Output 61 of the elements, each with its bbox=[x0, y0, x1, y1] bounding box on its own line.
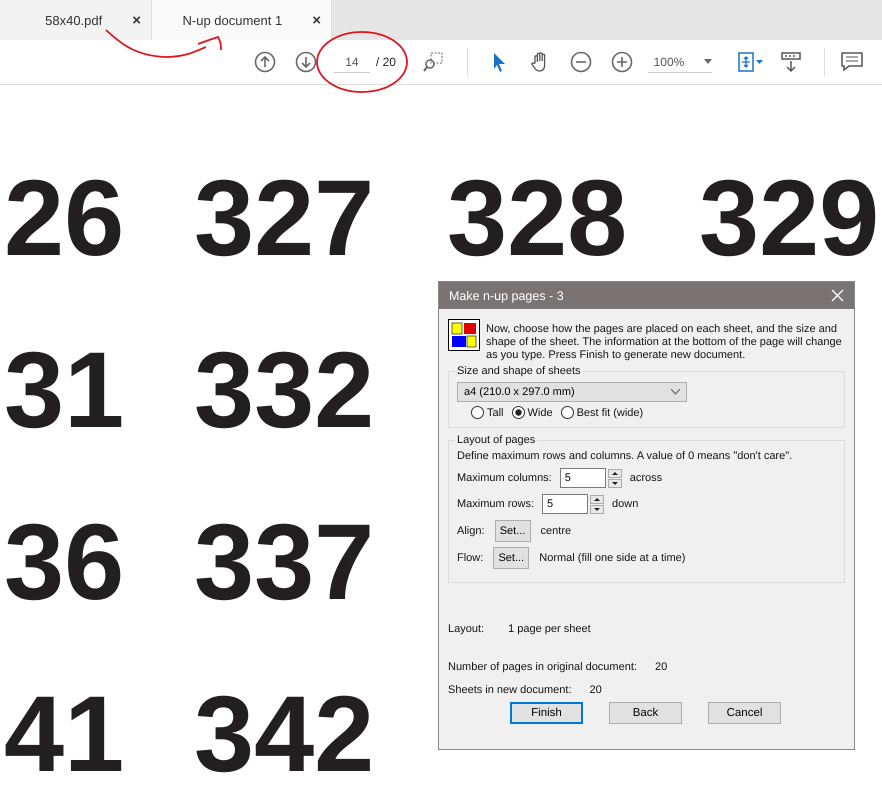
number-field[interactable]: 5 bbox=[542, 494, 588, 514]
radio-button[interactable] bbox=[512, 406, 525, 419]
page-number-text: 41 bbox=[4, 683, 126, 785]
dialog-button[interactable]: Back bbox=[609, 702, 682, 724]
field-label: Align: bbox=[457, 525, 485, 537]
field-label: Flow: bbox=[457, 552, 484, 564]
summary-label: Layout: bbox=[448, 623, 484, 635]
page-number-text: 26 bbox=[4, 167, 126, 269]
radio-label[interactable]: Best fit (wide) bbox=[576, 406, 644, 418]
zoom-in-icon[interactable] bbox=[611, 51, 634, 73]
set-button[interactable]: Set... bbox=[493, 547, 530, 569]
document-tab[interactable]: 58x40.pdf × bbox=[0, 0, 152, 40]
set-button[interactable]: Set... bbox=[494, 520, 531, 542]
marquee-zoom-icon[interactable] bbox=[422, 51, 444, 73]
chevron-icon bbox=[671, 389, 680, 395]
summary-label: Sheets in new document: bbox=[448, 684, 572, 696]
document-tab[interactable]: N-up document 1 × bbox=[152, 0, 332, 40]
spin-down-icon[interactable] bbox=[608, 478, 622, 488]
hint-text: Define maximum rows and columns. A value of 0 means "don't care". bbox=[457, 450, 794, 462]
instructions-text: Now, choose how the pages are placed on each sheet, and the size and shape of the sheet. The information at the bottom of the page will change as you type. Press Finish to generate new document. bbox=[486, 323, 843, 362]
summary-value: 1 page per sheet bbox=[508, 623, 591, 635]
summary-value: 20 bbox=[590, 684, 602, 696]
spin-up-icon[interactable] bbox=[608, 468, 622, 478]
page-number-text: 332 bbox=[194, 339, 376, 441]
zoom-out-icon[interactable] bbox=[570, 51, 592, 73]
setting-value: Normal (fill one side at a time) bbox=[539, 552, 686, 564]
page-number-text: 327 bbox=[194, 167, 376, 269]
group-label: Layout of pages bbox=[456, 434, 536, 446]
unit-label: down bbox=[612, 498, 638, 510]
fit-page-icon[interactable] bbox=[736, 51, 764, 73]
spin-down-icon[interactable] bbox=[590, 504, 604, 514]
caret-icon bbox=[704, 59, 712, 64]
page-number-text: 36 bbox=[4, 511, 126, 613]
group-label: Size and shape of sheets bbox=[456, 365, 582, 377]
summary-value: 20 bbox=[654, 661, 668, 673]
keyboard-down-icon[interactable] bbox=[780, 51, 802, 73]
radio-button[interactable] bbox=[471, 406, 484, 419]
zoom-dropdown[interactable]: 100% bbox=[648, 52, 712, 72]
radio-label[interactable]: Tall bbox=[487, 406, 504, 418]
number-field[interactable]: 5 bbox=[560, 468, 606, 488]
comment-icon[interactable] bbox=[841, 51, 864, 73]
grid-layout-icon bbox=[448, 319, 480, 351]
close-icon[interactable] bbox=[831, 289, 844, 302]
radio-button[interactable] bbox=[560, 406, 574, 419]
dialog-button[interactable]: Cancel bbox=[708, 702, 781, 724]
field-label: Maximum rows: bbox=[457, 498, 534, 510]
dialog-button[interactable]: Finish bbox=[510, 702, 583, 724]
radio-label[interactable]: Wide bbox=[528, 406, 553, 418]
dialog-title: Make n-up pages - 3 bbox=[449, 288, 564, 302]
field-label: Maximum columns: bbox=[457, 472, 552, 484]
page-number-text: 329 bbox=[699, 167, 880, 269]
page-number-text: 337 bbox=[194, 511, 376, 613]
page-total: / 20 bbox=[376, 55, 396, 69]
page-number-text: 328 bbox=[447, 167, 628, 269]
spin-up-icon[interactable] bbox=[590, 494, 604, 504]
paper-size-dropdown[interactable]: a4 (210.0 x 297.0 mm) bbox=[457, 382, 687, 402]
page-number-text: 31 bbox=[4, 339, 126, 441]
summary-label: Number of pages in original document: bbox=[448, 661, 637, 673]
setting-value: centre bbox=[540, 525, 572, 537]
unit-label: across bbox=[630, 472, 662, 484]
page-number-text: 342 bbox=[194, 683, 376, 785]
